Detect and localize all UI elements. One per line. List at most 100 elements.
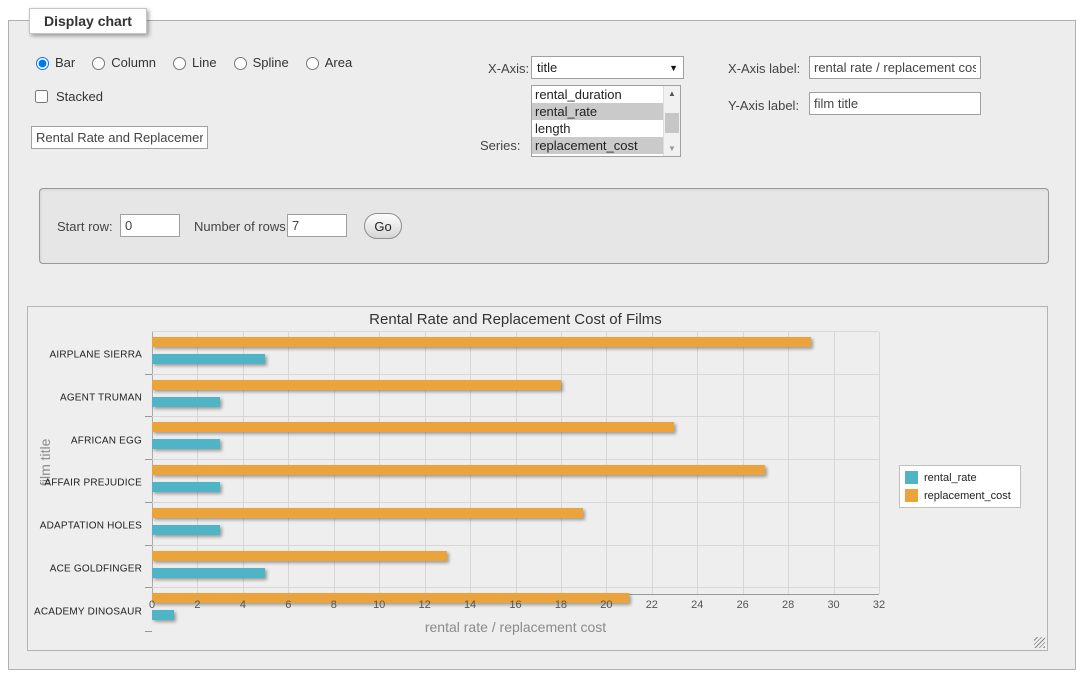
x-tick-label: 4 bbox=[240, 599, 246, 611]
category-label: ACADEMY DINOSAUR bbox=[34, 607, 142, 618]
chevron-down-icon: ▼ bbox=[669, 63, 678, 73]
bar-replacement_cost[interactable] bbox=[152, 337, 811, 347]
category-label: AGENT TRUMAN bbox=[60, 393, 142, 404]
page: Display chart Bar Column Line Spline Area St… bbox=[0, 0, 1081, 681]
chart-type-radio-spline[interactable] bbox=[234, 57, 247, 70]
legend-item-replacement_cost[interactable]: replacement_cost bbox=[905, 489, 1011, 502]
x-tick-label: 14 bbox=[464, 599, 476, 611]
bar-replacement_cost[interactable] bbox=[152, 380, 561, 390]
fieldset-legend: Display chart bbox=[29, 8, 147, 34]
series-option-replacement_cost[interactable]: replacement_cost bbox=[532, 137, 663, 154]
category-label: AIRPLANE SIERRA bbox=[50, 350, 142, 361]
chart-type-radio-label: Bar bbox=[55, 55, 75, 70]
chart-x-ticks: 02468101214161820222426283032 bbox=[152, 599, 879, 613]
x-tick-label: 12 bbox=[419, 599, 431, 611]
bar-rental_rate[interactable] bbox=[152, 397, 220, 407]
bar-rental_rate[interactable] bbox=[152, 354, 265, 364]
chart-type-radio-label: Line bbox=[192, 55, 217, 70]
legend-label: rental_rate bbox=[924, 472, 977, 484]
series-option-rental_duration[interactable]: rental_duration bbox=[532, 86, 663, 103]
x-axis-label-input[interactable] bbox=[809, 56, 981, 79]
start-row-label: Start row: bbox=[57, 219, 113, 234]
num-rows-input[interactable] bbox=[287, 214, 347, 237]
chart-plot-area: AIRPLANE SIERRA AGENT TRUMAN AFRICAN EGG AF… bbox=[152, 331, 879, 595]
bar-rental_rate[interactable] bbox=[152, 482, 220, 492]
category-band: AIRPLANE SIERRA bbox=[152, 337, 879, 375]
x-tick-label: 24 bbox=[691, 599, 703, 611]
resize-handle-icon[interactable] bbox=[1034, 637, 1045, 648]
chart-container: Rental Rate and Replacement Cost of Film… bbox=[27, 306, 1048, 651]
x-tick-label: 20 bbox=[600, 599, 612, 611]
chart-title-input[interactable] bbox=[31, 126, 208, 149]
x-axis-select[interactable]: title ▼ bbox=[531, 56, 684, 79]
chart-type-radio-label: Spline bbox=[253, 55, 289, 70]
category-band: ACE GOLDFINGER bbox=[152, 551, 879, 589]
scroll-down-icon[interactable]: ▼ bbox=[664, 141, 680, 156]
rows-controls-box: Start row: Number of rows: Go bbox=[39, 188, 1049, 264]
bar-rental_rate[interactable] bbox=[152, 439, 220, 449]
bar-replacement_cost[interactable] bbox=[152, 465, 765, 475]
legend-item-rental_rate[interactable]: rental_rate bbox=[905, 471, 1011, 484]
y-axis-label-label: Y-Axis label: bbox=[728, 98, 799, 113]
x-tick-label: 26 bbox=[737, 599, 749, 611]
series-listbox[interactable]: rental_durationrental_ratelengthreplacem… bbox=[531, 85, 681, 157]
gridline-x-32 bbox=[879, 332, 880, 594]
bar-rental_rate[interactable] bbox=[152, 568, 265, 578]
chart-type-radio-line[interactable] bbox=[173, 57, 186, 70]
stacked-checkbox[interactable] bbox=[35, 90, 48, 103]
category-band: AFRICAN EGG bbox=[152, 422, 879, 460]
chart-legend: rental_rate replacement_cost bbox=[899, 465, 1021, 508]
x-tick-label: 10 bbox=[373, 599, 385, 611]
series-options: rental_durationrental_ratelengthreplacem… bbox=[532, 86, 663, 154]
category-band: ADAPTATION HOLES bbox=[152, 508, 879, 546]
legend-swatch-icon bbox=[905, 471, 918, 484]
category-band: AFFAIR PREJUDICE bbox=[152, 465, 879, 503]
series-option-length[interactable]: length bbox=[532, 120, 663, 137]
series-option-rental_rate[interactable]: rental_rate bbox=[532, 103, 663, 120]
chart-type-radio-label: Column bbox=[111, 55, 156, 70]
num-rows-label: Number of rows: bbox=[194, 219, 289, 234]
scroll-up-icon[interactable]: ▲ bbox=[664, 86, 680, 101]
bar-replacement_cost[interactable] bbox=[152, 422, 674, 432]
chart-type-radio-label: Area bbox=[325, 55, 352, 70]
x-tick-label: 0 bbox=[149, 599, 155, 611]
x-axis-select-label: X-Axis: bbox=[488, 61, 529, 76]
start-row-input[interactable] bbox=[120, 214, 180, 237]
chart-type-radio-area[interactable] bbox=[306, 57, 319, 70]
go-button[interactable]: Go bbox=[364, 213, 402, 239]
chart-type-option-column[interactable]: Column bbox=[87, 54, 156, 70]
scrollbar-thumb[interactable] bbox=[665, 113, 679, 133]
x-tick-label: 16 bbox=[509, 599, 521, 611]
x-tick-label: 6 bbox=[285, 599, 291, 611]
chart-type-radio-group: Bar Column Line Spline Area bbox=[31, 54, 360, 70]
category-band: AGENT TRUMAN bbox=[152, 380, 879, 418]
stacked-row: Stacked bbox=[31, 87, 103, 106]
category-label: AFFAIR PREJUDICE bbox=[44, 478, 142, 489]
x-axis-label-label: X-Axis label: bbox=[728, 61, 800, 76]
chart-type-radio-column[interactable] bbox=[92, 57, 105, 70]
chart-type-option-bar[interactable]: Bar bbox=[31, 54, 75, 70]
x-tick-label: 22 bbox=[646, 599, 658, 611]
x-tick-label: 30 bbox=[827, 599, 839, 611]
bar-replacement_cost[interactable] bbox=[152, 551, 447, 561]
x-tick-label: 8 bbox=[331, 599, 337, 611]
chart-type-option-spline[interactable]: Spline bbox=[229, 54, 289, 70]
category-label: AFRICAN EGG bbox=[71, 435, 142, 446]
category-label: ADAPTATION HOLES bbox=[40, 521, 142, 532]
y-axis-label-input[interactable] bbox=[809, 92, 981, 115]
listbox-scrollbar[interactable]: ▲ ▼ bbox=[663, 86, 680, 156]
x-axis-select-value: title bbox=[537, 60, 557, 75]
x-tick-label: 32 bbox=[873, 599, 885, 611]
bar-replacement_cost[interactable] bbox=[152, 508, 583, 518]
stacked-label: Stacked bbox=[56, 89, 103, 104]
x-tick-label: 18 bbox=[555, 599, 567, 611]
x-tick-label: 28 bbox=[782, 599, 794, 611]
chart-title: Rental Rate and Replacement Cost of Film… bbox=[152, 311, 879, 328]
category-label: ACE GOLDFINGER bbox=[50, 563, 142, 574]
chart-type-option-line[interactable]: Line bbox=[168, 54, 217, 70]
x-tick-label: 2 bbox=[194, 599, 200, 611]
bar-rental_rate[interactable] bbox=[152, 525, 220, 535]
chart-type-option-area[interactable]: Area bbox=[301, 54, 352, 70]
chart-type-radio-bar[interactable] bbox=[36, 57, 49, 70]
legend-swatch-icon bbox=[905, 489, 918, 502]
